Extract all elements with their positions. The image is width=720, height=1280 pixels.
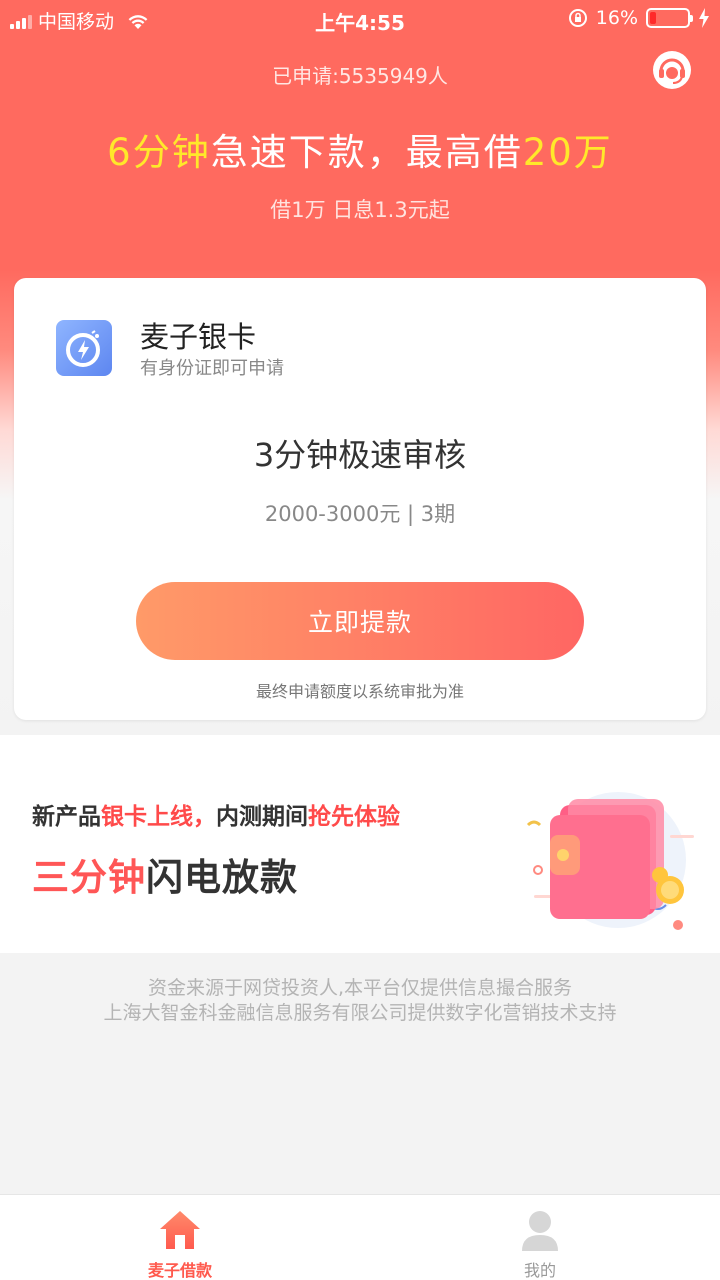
promo-line-2: 三分钟闪电放款 [32,847,298,901]
customer-service-icon[interactable] [652,50,692,90]
battery-icon [646,8,693,28]
app-name: 麦子银卡 [140,320,257,354]
tab-bar: 麦子借款 我的 [0,1194,720,1280]
withdraw-button[interactable]: 立即提款 [136,582,584,660]
battery-percent: 16% [595,7,638,29]
headline-highlight-time: 6分钟 [107,131,211,174]
promo-highlight: 银卡上线， [101,804,216,830]
home-icon [160,1211,200,1249]
promo-highlight: 三分钟 [32,856,146,899]
loan-range: 2000-3000元 | 3期 [264,502,456,526]
approval-note: 最终申请额度以系统审批为准 [255,682,464,701]
tab-mine[interactable]: 我的 [360,1195,720,1280]
tab-mine-label: 我的 [523,1261,556,1280]
promo-text: 闪电放款 [146,856,298,899]
product-card: 麦子银卡 有身份证即可申请 3分钟极速审核 2000-3000元 | 3期 立即… [14,278,706,720]
app-subtitle: 有身份证即可申请 [140,358,284,379]
card-title: 3分钟极速审核 [253,436,467,474]
promo-banner[interactable]: 新产品银卡上线，内测期间抢先体验 三分钟闪电放款 [0,735,720,953]
wallet-illustration-icon [526,792,694,930]
tab-loan[interactable]: 麦子借款 [0,1195,360,1280]
user-icon [522,1211,558,1251]
headline: 6分钟急速下款，最高借20万 [0,122,720,176]
promo-text: 新产品 [32,804,101,830]
app-logo-icon [56,320,112,376]
headline-highlight-amount: 20万 [522,131,613,174]
status-bar: 中国移动 上午4:55 16% [0,0,720,40]
rate-subline: 借1万 日息1.3元起 [270,198,450,222]
tab-loan-label: 麦子借款 [147,1261,212,1280]
battery-level-fill [650,12,656,24]
rotation-lock-icon [568,9,587,27]
applied-count: 已申请:5535949人 [272,64,448,88]
promo-text: 内测期间 [216,804,308,830]
headline-text: 急速下款，最高借 [210,131,523,174]
charging-bolt-icon [699,8,709,28]
disclaimer-line-1: 资金来源于网贷投资人,本平台仅提供信息撮合服务 [147,977,573,999]
disclaimer-line-2: 上海大智金科金融信息服务有限公司提供数字化营销技术支持 [103,1002,617,1024]
promo-highlight: 抢先体验 [308,804,400,830]
promo-line-1: 新产品银卡上线，内测期间抢先体验 [32,797,400,831]
disclaimer: 资金来源于网贷投资人,本平台仅提供信息撮合服务 上海大智金科金融信息服务有限公司… [0,976,720,1026]
